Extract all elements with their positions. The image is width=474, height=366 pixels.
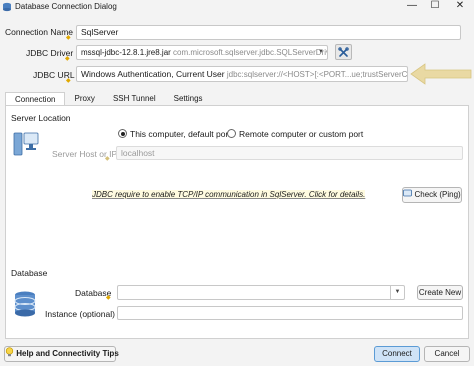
required-marker: ◆ (106, 295, 111, 301)
chevron-down-icon: ▼ (390, 286, 404, 299)
local-computer-radio[interactable] (118, 129, 127, 138)
required-marker: ◆ (65, 56, 70, 62)
required-marker: ◆ (66, 78, 71, 84)
tab-connection[interactable]: Connection (5, 92, 66, 106)
connection-panel (5, 105, 469, 339)
jdbc-url-auth: Windows Authentication, Current User (81, 69, 225, 79)
create-new-button[interactable]: Create New (417, 285, 463, 300)
chevron-down-icon: ▼ (318, 49, 324, 55)
remote-computer-label: Remote computer or custom port (239, 129, 364, 139)
jdbc-driver-class: com.microsoft.sqlserver.jdbc.SQLServerDr… (173, 48, 328, 57)
connection-name-field[interactable]: SqlServer (76, 25, 461, 40)
jdbc-url-field[interactable]: Windows Authentication, Current User jdb… (76, 66, 408, 82)
window-title: Database Connection Dialog (15, 2, 117, 11)
ping-icon (403, 189, 413, 197)
local-computer-label: This computer, default port (130, 129, 231, 139)
check-ping-button[interactable]: Check (Ping) (402, 187, 462, 203)
server-host-input[interactable]: localhost (116, 146, 463, 160)
jdbc-url-template: jdbc:sqlserver://<HOST>[:<PORT...ue;trus… (226, 70, 408, 79)
maximize-button[interactable]: ☐ (426, 0, 444, 13)
database-select[interactable]: ▼ (117, 285, 405, 300)
instance-field[interactable] (117, 306, 463, 320)
required-marker: ◆ (105, 156, 110, 162)
connection-name-label: Connection Name (5, 27, 74, 37)
database-app-icon (3, 2, 11, 12)
connect-button[interactable]: Connect (374, 346, 420, 362)
cancel-button[interactable]: Cancel (424, 346, 470, 362)
instance-label: Instance (optional) (45, 309, 115, 319)
title-bar: Database Connection Dialog — ☐ ✕ (0, 0, 474, 14)
minimize-button[interactable]: — (403, 0, 421, 13)
required-marker: ◆ (66, 35, 71, 41)
tab-ssh-tunnel[interactable]: SSH Tunnel (104, 92, 165, 106)
tab-bar: Connection Proxy SSH Tunnel Settings (5, 92, 212, 106)
database-section-title: Database (11, 268, 48, 278)
driver-settings-button[interactable] (335, 44, 352, 60)
close-button[interactable]: ✕ (451, 0, 469, 13)
jdbc-driver-select[interactable]: mssql-jdbc-12.8.1.jre8.jar com.microsoft… (76, 45, 328, 60)
tab-settings[interactable]: Settings (165, 92, 212, 106)
wrench-icon (338, 46, 349, 57)
remote-computer-radio[interactable] (227, 129, 236, 138)
database-icon (14, 291, 36, 317)
tcpip-help-link[interactable]: JDBC require to enable TCP/IP communicat… (92, 190, 366, 199)
arrow-pointer-icon (410, 63, 472, 85)
computer-icon (13, 132, 39, 156)
tab-proxy[interactable]: Proxy (65, 92, 103, 106)
server-location-title: Server Location (11, 113, 71, 123)
help-tips-label: Help and Connectivity Tips (16, 349, 119, 358)
check-ping-label: Check (Ping) (414, 190, 461, 199)
help-tips-button[interactable]: Help and Connectivity Tips (4, 346, 119, 362)
lightbulb-icon (5, 347, 14, 357)
jdbc-driver-jar: mssql-jdbc-12.8.1.jre8.jar (81, 48, 171, 57)
